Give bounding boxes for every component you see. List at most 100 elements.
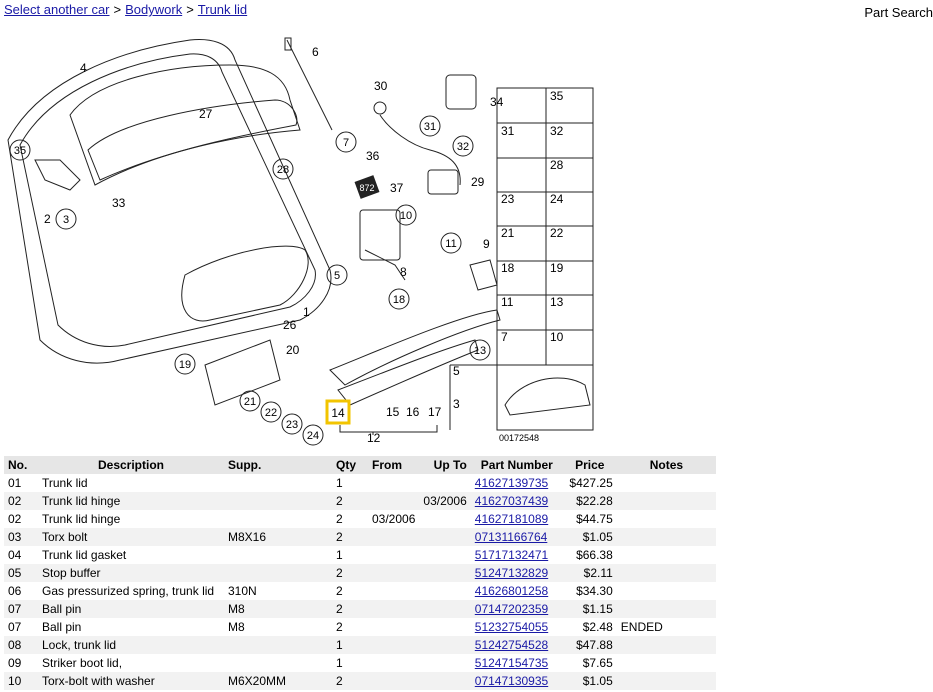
part-number-link[interactable]: 07131166764	[475, 530, 548, 544]
gas-spring	[286, 39, 333, 131]
cell-upto	[419, 672, 471, 690]
table-row: 08 Lock, trunk lid 1 51242754528 $47.88	[4, 636, 716, 654]
cell-notes	[616, 564, 716, 582]
cell-from	[368, 564, 420, 582]
plate-holder	[204, 339, 281, 406]
part-number-link[interactable]: 51242754528	[475, 638, 548, 652]
cell-notes	[616, 636, 716, 654]
table-header-row: No. Description Supp. Qty From Up To Par…	[4, 456, 716, 474]
cell-notes	[616, 528, 716, 546]
part-number-link[interactable]: 51717132471	[475, 548, 548, 562]
cell-from	[368, 474, 419, 492]
callout-29: 29	[471, 175, 485, 189]
callout-8: 8	[400, 265, 407, 279]
callout-32: 32	[457, 141, 469, 153]
cell-desc: Lock, trunk lid	[38, 636, 224, 654]
col-price: Price	[562, 456, 617, 474]
cell-supp	[224, 492, 332, 510]
callout-23: 23	[286, 419, 298, 431]
table-row: 07 Ball pin M8 2 51232754055 $2.48 ENDED	[4, 618, 716, 636]
table-row: 02 Trunk lid hinge 2 03/2006 41627181089 $44.…	[4, 510, 716, 528]
cell-supp: M8	[228, 620, 245, 634]
part-number-link[interactable]: 41627037439	[475, 494, 548, 508]
table-row: 10 Torx-bolt with washer M6X20MM 2 071471309…	[4, 672, 716, 690]
cell-upto	[419, 582, 470, 600]
cell-desc: Striker boot lid,	[42, 656, 123, 670]
col-no: No.	[4, 456, 38, 474]
part-number-link[interactable]: 41626801258	[475, 584, 548, 598]
callout-11: 11	[445, 238, 456, 250]
part-number-link[interactable]: 51232754055	[475, 620, 548, 634]
grid-label-3: 3	[453, 397, 460, 411]
callout-19: 19	[179, 359, 191, 371]
breadcrumb-separator: >	[113, 2, 122, 17]
image-code: 00172548	[499, 433, 539, 443]
part-number-link[interactable]: 41627139735	[475, 476, 548, 490]
grid-label-28: 28	[550, 158, 564, 172]
cell-notes: ENDED	[620, 620, 663, 634]
cell-qty: 2	[332, 564, 368, 582]
cell-upto	[419, 654, 470, 672]
grid-label-19: 19	[550, 261, 564, 275]
cell-upto	[419, 546, 470, 564]
cell-supp: M8	[224, 600, 332, 618]
cell-qty: 2	[336, 584, 343, 598]
part-number-link[interactable]: 07147202359	[475, 602, 548, 616]
breadcrumb-link-trunk-lid[interactable]: Trunk lid	[198, 2, 247, 17]
grid-label-24: 24	[550, 192, 564, 206]
cell-from	[368, 618, 419, 636]
callout-31: 31	[424, 121, 436, 133]
cell-supp	[224, 474, 332, 492]
grid-label-18: 18	[501, 261, 515, 275]
cell-notes	[617, 582, 716, 600]
callout-14: 14	[331, 406, 345, 420]
col-part-number: Part Number	[470, 456, 563, 474]
cell-notes	[617, 474, 716, 492]
rear-window	[69, 64, 301, 186]
cell-notes	[616, 492, 716, 510]
callout-36: 36	[366, 149, 380, 163]
table-row: 09 Striker boot lid, 1 51247154735 $7.65	[4, 654, 716, 672]
cell-no: 10	[4, 672, 38, 690]
callout-22: 22	[265, 407, 277, 419]
grid-label-35: 35	[550, 89, 564, 103]
cell-supp: M8X16	[224, 528, 332, 546]
part-number-link[interactable]: 51247132829	[475, 566, 548, 580]
cell-supp	[224, 654, 332, 672]
cell-desc: Trunk lid	[42, 476, 88, 490]
grid-label-23: 23	[501, 192, 515, 206]
cell-qty: 1	[336, 548, 343, 562]
col-notes: Notes	[616, 456, 716, 474]
breadcrumb-link-bodywork[interactable]: Bodywork	[125, 2, 182, 17]
table-row: 01 Trunk lid 1 41627139735 $427.25	[4, 474, 716, 492]
part-search-link[interactable]: Part Search	[864, 5, 933, 20]
cell-qty: 2	[332, 600, 368, 618]
cell-from	[368, 492, 420, 510]
callout-16: 16	[406, 405, 420, 419]
col-description: Description	[38, 456, 224, 474]
cell-notes	[616, 600, 716, 618]
cell-no: 03	[4, 528, 38, 546]
part-number-link[interactable]: 41627181089	[475, 512, 548, 526]
callout-2: 2	[44, 212, 51, 226]
cell-from	[368, 636, 420, 654]
part-number-link[interactable]: 07147130935	[475, 674, 548, 688]
breadcrumb-link-select-car[interactable]: Select another car	[4, 2, 110, 17]
part-number-link[interactable]: 51247154735	[475, 656, 548, 670]
breadcrumb: Select another car > Bodywork > Trunk lid	[4, 2, 247, 17]
callout-7: 7	[343, 137, 349, 149]
license-recess	[181, 245, 309, 322]
cell-upto	[419, 618, 470, 636]
cell-desc: Ball pin	[38, 600, 224, 618]
callout-3: 3	[63, 214, 69, 226]
cell-no: 05	[4, 564, 38, 582]
cell-qty: 1	[336, 656, 343, 670]
cell-no: 04	[8, 548, 22, 562]
grid-label-22: 22	[550, 226, 564, 240]
cell-no: 07	[4, 600, 38, 618]
cell-supp: M6X20MM	[224, 672, 332, 690]
table-row: 06 Gas pressurized spring, trunk lid 310N 2…	[4, 582, 716, 600]
breadcrumb-separator: >	[186, 2, 194, 17]
cell-qty: 1	[332, 636, 368, 654]
cell-from	[368, 582, 419, 600]
